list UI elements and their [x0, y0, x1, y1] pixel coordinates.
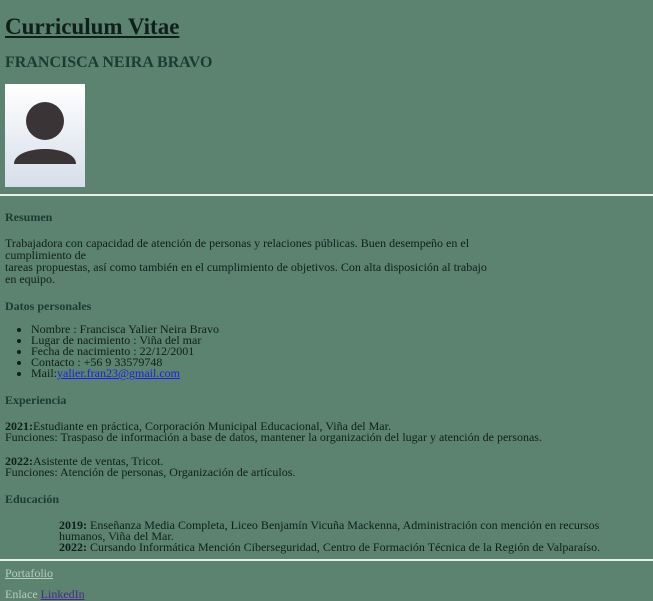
- experience-heading: Experiencia: [5, 393, 67, 407]
- education-heading: Educación: [5, 492, 60, 506]
- summary-heading: Resumen: [5, 210, 53, 224]
- education-entry: 2019: Enseñanza Media Completa, Liceo Be…: [59, 518, 600, 543]
- user-silhouette-icon: [14, 102, 76, 164]
- divider-top: [0, 194, 653, 196]
- education-entry: 2022: Cursando Informática Mención Ciber…: [59, 540, 601, 554]
- profile-photo: [5, 84, 85, 187]
- cv-page: Curriculum Vitae FRANCISCA NEIRA BRAVO R…: [0, 0, 653, 600]
- experience-functions: Funciones: Traspaso de información a bas…: [5, 430, 542, 444]
- experience-entry: 2022:Asistente de ventas, Tricot. Funcio…: [5, 455, 648, 479]
- page-title: Curriculum Vitae: [5, 14, 180, 39]
- list-item-mail: Mail:yalier.fran23@gmail.com: [31, 366, 648, 380]
- experience-functions: Funciones: Atención de personas, Organiz…: [5, 465, 296, 479]
- email-link[interactable]: yalier.fran23@gmail.com: [57, 366, 180, 380]
- personal-list: Nombre : Francisca Yalier Neira Bravo Lu…: [5, 323, 648, 380]
- experience-entry: 2021:Estudiante en práctica, Corporación…: [5, 420, 648, 444]
- education-list: 2019: Enseñanza Media Completa, Liceo Be…: [5, 518, 648, 554]
- candidate-name: FRANCISCA NEIRA BRAVO: [5, 54, 213, 71]
- linkedin-row: Enlace LinkedIn: [5, 587, 85, 601]
- divider-bottom: [0, 559, 653, 561]
- linkedin-link[interactable]: LinkedIn: [41, 587, 85, 601]
- personal-heading: Datos personales: [5, 299, 92, 313]
- summary-text: Trabajadora con capacidad de atención de…: [5, 236, 487, 286]
- portfolio-link[interactable]: Portafolio: [5, 566, 53, 580]
